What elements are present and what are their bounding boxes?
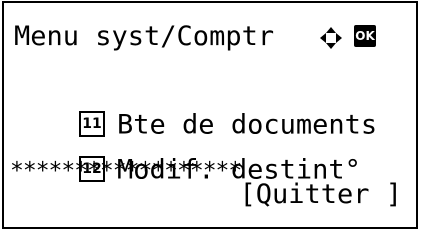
separator-stars: ****************** <box>10 158 242 184</box>
four-way-arrow-icon <box>320 27 342 49</box>
menu-item-document-box[interactable]: 11 Bte de documents <box>14 65 377 141</box>
ok-key-icon: OK <box>354 25 376 47</box>
menu-item-modify-destination[interactable]: 12 Modif. destint° <box>14 110 361 186</box>
quit-softkey[interactable]: [Quitter ] <box>239 175 402 215</box>
lcd-screen: Menu syst/Comptr OK 11 Bte de documents 1… <box>2 1 418 229</box>
menu-title: Menu syst/Comptr <box>14 21 275 52</box>
